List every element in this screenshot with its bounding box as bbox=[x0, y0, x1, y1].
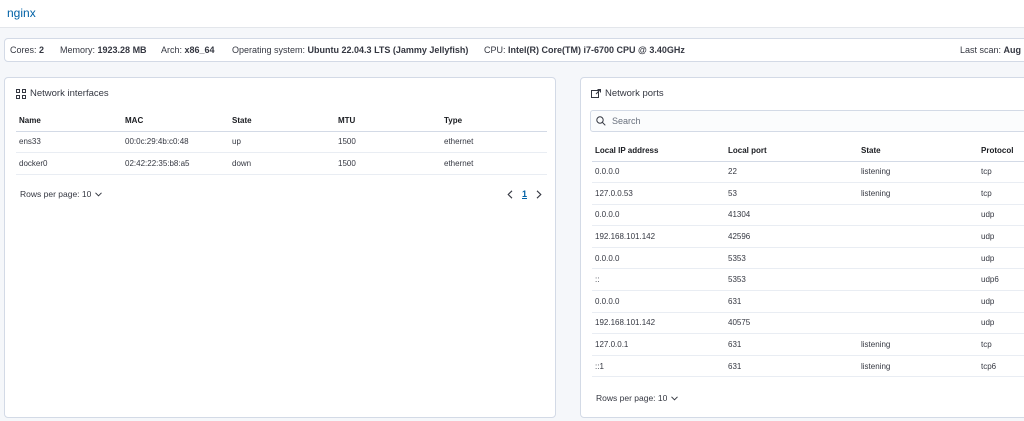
table-row[interactable]: 0.0.0.0 631 udp bbox=[592, 290, 1024, 313]
arch-info: Arch: x86_64 bbox=[161, 45, 215, 55]
column-header-mtu[interactable]: MTU bbox=[335, 111, 441, 132]
search-input[interactable]: Search bbox=[590, 110, 1024, 132]
network-interfaces-title: Network interfaces bbox=[16, 88, 109, 99]
pagination: 1 bbox=[507, 189, 542, 199]
table-header-row: Local IP address Local port State Protoc… bbox=[592, 141, 1024, 162]
table-row[interactable]: 192.168.101.142 42596 udp bbox=[592, 225, 1024, 248]
cpu-info: CPU: Intel(R) Core(TM) i7-6700 CPU @ 3.4… bbox=[484, 45, 685, 55]
chevron-down-icon bbox=[95, 191, 103, 197]
network-ports-panel: Network ports Search Local IP address Lo… bbox=[580, 77, 1024, 418]
network-ports-icon bbox=[591, 88, 601, 98]
top-bar: nginx bbox=[0, 0, 1024, 28]
column-header-type[interactable]: Type bbox=[441, 111, 547, 132]
column-header-state[interactable]: State bbox=[858, 141, 978, 162]
last-scan-info: Last scan: Aug 1 bbox=[960, 45, 1024, 55]
table-row[interactable]: ens33 00:0c:29:4b:c0:48 up 1500 ethernet bbox=[16, 131, 547, 154]
table-row[interactable]: 0.0.0.0 5353 udp bbox=[592, 247, 1024, 270]
column-header-protocol[interactable]: Protocol bbox=[978, 141, 1024, 162]
column-header-local-ip[interactable]: Local IP address bbox=[592, 141, 725, 162]
network-ports-table: Local IP address Local port State Protoc… bbox=[592, 141, 1024, 378]
table-row[interactable]: 192.168.101.142 40575 udp bbox=[592, 312, 1024, 335]
network-interfaces-panel: Network interfaces Name MAC State MTU Ty… bbox=[4, 77, 556, 418]
table-row[interactable]: 0.0.0.0 41304 udp bbox=[592, 204, 1024, 227]
os-info: Operating system: Ubuntu 22.04.3 LTS (Ja… bbox=[232, 45, 469, 55]
table-row[interactable]: docker0 02:42:22:35:b8:a5 down 1500 ethe… bbox=[16, 152, 547, 175]
column-header-name[interactable]: Name bbox=[16, 111, 122, 132]
network-interfaces-table: Name MAC State MTU Type ens33 00:0c:29:4… bbox=[16, 111, 547, 175]
previous-page-icon[interactable] bbox=[507, 189, 513, 199]
column-header-mac[interactable]: MAC bbox=[122, 111, 229, 132]
chevron-down-icon bbox=[671, 395, 679, 401]
rows-per-page-button[interactable]: Rows per page: 10 bbox=[20, 189, 103, 199]
table-row[interactable]: :: 5353 udp6 bbox=[592, 268, 1024, 292]
table-row[interactable]: 127.0.0.1 631 listening tcp bbox=[592, 333, 1024, 356]
next-page-icon[interactable] bbox=[536, 189, 542, 199]
memory-info: Memory: 1923.28 MB bbox=[60, 45, 147, 55]
page-1-button[interactable]: 1 bbox=[522, 189, 527, 199]
table-row[interactable]: ::1 631 listening tcp6 bbox=[592, 355, 1024, 378]
table-header-row: Name MAC State MTU Type bbox=[16, 111, 547, 132]
search-icon bbox=[596, 116, 606, 126]
column-header-state[interactable]: State bbox=[229, 111, 335, 132]
table-row[interactable]: 127.0.0.53 53 listening tcp bbox=[592, 182, 1024, 205]
column-header-local-port[interactable]: Local port bbox=[725, 141, 858, 162]
cores-info: Cores: 2 bbox=[10, 45, 45, 55]
agent-info-bar: Cores: 2 Memory: 1923.28 MB Arch: x86_64… bbox=[4, 38, 1024, 62]
network-ports-title: Network ports bbox=[591, 88, 664, 99]
agent-name[interactable]: nginx bbox=[7, 6, 36, 20]
rows-per-page-button[interactable]: Rows per page: 10 bbox=[596, 393, 679, 403]
table-row[interactable]: 0.0.0.0 22 listening tcp bbox=[592, 161, 1024, 184]
network-interfaces-icon bbox=[16, 88, 26, 99]
